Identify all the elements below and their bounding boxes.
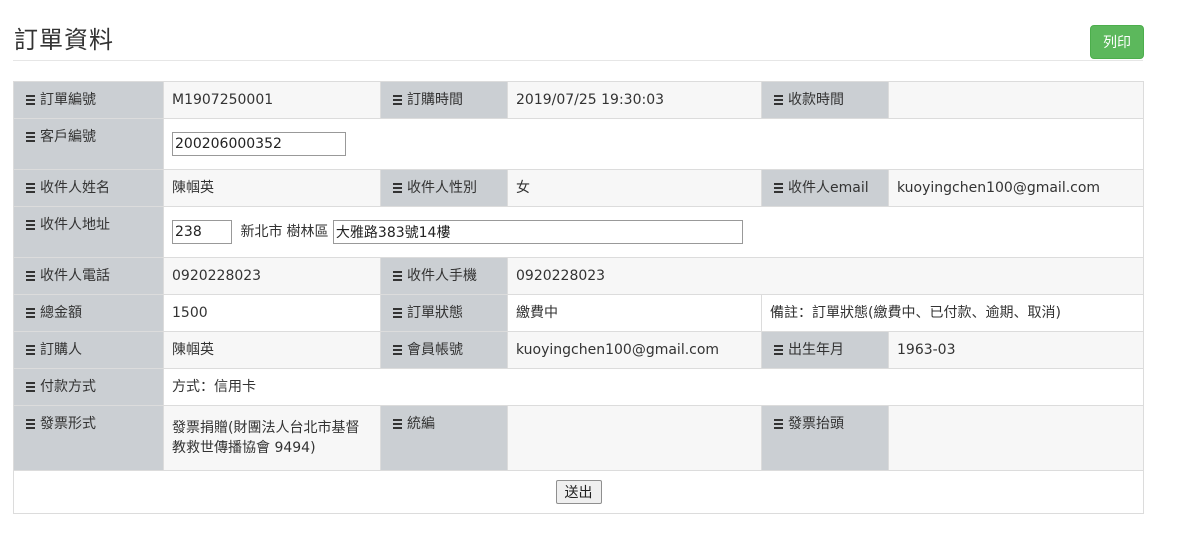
list-icon — [26, 271, 35, 281]
customer-no-input[interactable] — [172, 132, 346, 156]
recipient-mobile-value: 0920228023 — [507, 257, 1144, 295]
recipient-phone-label: 收件人電話 — [40, 268, 110, 284]
list-icon — [774, 95, 783, 105]
city-text: 新北市 — [240, 224, 283, 240]
list-icon — [393, 419, 402, 429]
list-icon — [774, 345, 783, 355]
list-icon — [393, 271, 402, 281]
label-cell: 發票抬頭 — [761, 405, 889, 471]
print-button[interactable]: 列印 — [1090, 25, 1144, 59]
order-no-label: 訂單編號 — [40, 92, 96, 108]
table-row: 送出 — [13, 470, 1144, 514]
table-row: 付款方式 方式：信用卡 — [13, 368, 1144, 406]
label-cell: 訂購人 — [13, 331, 164, 369]
table-row: 發票形式 發票捐贈(財團法人台北市基督教救世傳播協會 9494) 統編 發票抬頭 — [13, 405, 1144, 471]
submit-button[interactable]: 送出 — [555, 480, 602, 504]
label-cell: 出生年月 — [761, 331, 889, 369]
label-cell: 客戶編號 — [13, 118, 164, 170]
recipient-gender-value: 女 — [507, 169, 762, 207]
table-row: 客戶編號 — [13, 118, 1144, 170]
label-cell: 收件人手機 — [380, 257, 508, 295]
label-cell: 統編 — [380, 405, 508, 471]
buyer-label: 訂購人 — [40, 342, 82, 358]
label-cell: 收件人姓名 — [13, 169, 164, 207]
total-value: 1500 — [163, 294, 381, 332]
list-icon — [393, 183, 402, 193]
invoice-type-value: 發票捐贈(財團法人台北市基督教救世傳播協會 9494) — [163, 405, 381, 471]
recipient-email-value: kuoyingchen100@gmail.com — [888, 169, 1144, 207]
recipient-phone-value: 0920228023 — [163, 257, 381, 295]
table-row: 訂購人 陳帼英 會員帳號 kuoyingchen100@gmail.com 出生… — [13, 331, 1144, 369]
recipient-email-label: 收件人email — [788, 180, 869, 196]
status-label: 訂單狀態 — [407, 305, 463, 321]
list-icon — [774, 419, 783, 429]
payment-value: 方式：信用卡 — [163, 368, 1144, 406]
order-time-label: 訂購時間 — [407, 92, 463, 108]
list-icon — [26, 345, 35, 355]
status-value: 繳費中 — [507, 294, 762, 332]
invoice-title-label: 發票抬頭 — [788, 416, 844, 432]
status-note: 備註：訂單狀態(繳費中、已付款、逾期、取消) — [761, 294, 1144, 332]
label-cell: 訂單狀態 — [380, 294, 508, 332]
page-title: 訂單資料 — [14, 26, 114, 54]
label-cell: 會員帳號 — [380, 331, 508, 369]
paid-time-label: 收款時間 — [788, 92, 844, 108]
list-icon — [393, 308, 402, 318]
customer-no-label: 客戶編號 — [40, 129, 96, 145]
list-icon — [26, 382, 35, 392]
label-cell: 收款時間 — [761, 81, 889, 119]
list-icon — [393, 95, 402, 105]
submit-cell: 送出 — [13, 470, 1144, 514]
list-icon — [26, 183, 35, 193]
buyer-value: 陳帼英 — [163, 331, 381, 369]
label-cell: 發票形式 — [13, 405, 164, 471]
list-icon — [393, 345, 402, 355]
recipient-gender-label: 收件人性別 — [407, 180, 477, 196]
district-text: 樹林區 — [286, 224, 329, 240]
birth-value: 1963-03 — [888, 331, 1144, 369]
table-row: 收件人電話 0920228023 收件人手機 0920228023 — [13, 257, 1144, 295]
customer-no-cell — [163, 118, 1144, 170]
payment-label: 付款方式 — [40, 379, 96, 395]
order-time-value: 2019/07/25 19:30:03 — [507, 81, 762, 119]
total-label: 總金額 — [40, 305, 82, 321]
tax-id-value — [507, 405, 762, 471]
label-cell: 收件人性別 — [380, 169, 508, 207]
list-icon — [26, 132, 35, 142]
table-row: 收件人地址 新北市樹林區 — [13, 206, 1144, 258]
recipient-name-label: 收件人姓名 — [40, 180, 110, 196]
member-account-value: kuoyingchen100@gmail.com — [507, 331, 762, 369]
invoice-type-label: 發票形式 — [40, 416, 96, 432]
table-row: 總金額 1500 訂單狀態 繳費中 備註：訂單狀態(繳費中、已付款、逾期、取消) — [13, 294, 1144, 332]
order-no-value: M1907250001 — [163, 81, 381, 119]
label-cell: 收件人email — [761, 169, 889, 207]
recipient-mobile-label: 收件人手機 — [407, 268, 477, 284]
list-icon — [774, 183, 783, 193]
paid-time-value — [888, 81, 1144, 119]
zip-input[interactable] — [172, 220, 232, 244]
invoice-title-value — [888, 405, 1144, 471]
label-cell: 付款方式 — [13, 368, 164, 406]
table-row: 訂單編號 M1907250001 訂購時間 2019/07/25 19:30:0… — [13, 81, 1144, 119]
recipient-address-label: 收件人地址 — [40, 217, 110, 233]
table-row: 收件人姓名 陳帼英 收件人性別 女 收件人email kuoyingchen10… — [13, 169, 1144, 207]
title-divider — [13, 60, 1143, 61]
list-icon — [26, 419, 35, 429]
recipient-address-cell: 新北市樹林區 — [163, 206, 1144, 258]
street-input[interactable] — [332, 220, 743, 244]
tax-id-label: 統編 — [407, 416, 435, 432]
label-cell: 訂購時間 — [380, 81, 508, 119]
list-icon — [26, 308, 35, 318]
label-cell: 收件人地址 — [13, 206, 164, 258]
member-account-label: 會員帳號 — [407, 342, 463, 358]
label-cell: 收件人電話 — [13, 257, 164, 295]
list-icon — [26, 95, 35, 105]
birth-label: 出生年月 — [788, 342, 844, 358]
label-cell: 訂單編號 — [13, 81, 164, 119]
list-icon — [26, 220, 35, 230]
label-cell: 總金額 — [13, 294, 164, 332]
recipient-name-value: 陳帼英 — [163, 169, 381, 207]
order-table: 訂單編號 M1907250001 訂購時間 2019/07/25 19:30:0… — [13, 81, 1144, 514]
